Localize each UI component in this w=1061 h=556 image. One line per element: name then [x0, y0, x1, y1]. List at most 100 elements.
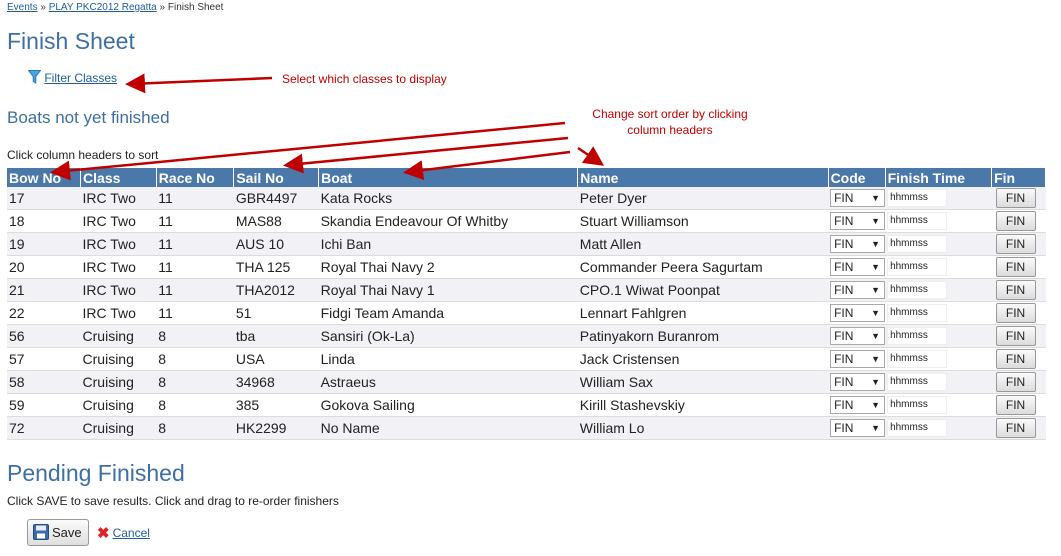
fin-button[interactable]: FIN — [995, 211, 1036, 231]
fin-button[interactable]: FIN — [995, 234, 1036, 254]
finish-time-cell: hhmmss — [885, 370, 992, 394]
fin-button[interactable]: FIN — [995, 303, 1036, 323]
column-header-finish-time[interactable]: Finish Time — [885, 168, 993, 187]
code-select[interactable]: FIN ▼ — [830, 235, 886, 254]
code-select[interactable]: FIN ▼ — [830, 373, 886, 392]
class-cell: Cruising — [80, 370, 157, 394]
name-cell: Patinyakorn Buranrom — [577, 324, 829, 348]
code-select[interactable]: FIN ▼ — [830, 189, 886, 208]
fin-button[interactable]: FIN — [995, 188, 1036, 208]
code-cell: FIN ▼ — [828, 232, 886, 256]
cancel-link-wrapper[interactable]: ✖ Cancel — [97, 524, 150, 542]
name-cell: William Sax — [577, 370, 829, 394]
sail-no-cell: 51 — [233, 301, 319, 325]
finish-time-cell: hhmmss — [885, 416, 992, 440]
finish-time-input[interactable]: hhmmss — [887, 304, 948, 323]
boat-cell: No Name — [318, 416, 578, 440]
fin-button[interactable]: FIN — [995, 372, 1036, 392]
finish-time-input[interactable]: hhmmss — [887, 281, 948, 300]
code-select[interactable]: FIN ▼ — [830, 304, 886, 323]
finish-time-input[interactable]: hhmmss — [887, 373, 948, 392]
finish-time-input[interactable]: hhmmss — [887, 419, 948, 438]
column-header-name[interactable]: Name — [577, 168, 829, 187]
fin-button[interactable]: FIN — [995, 418, 1036, 438]
fin-button[interactable]: FIN — [995, 280, 1036, 300]
class-cell: IRC Two — [80, 232, 157, 256]
boat-cell: Kata Rocks — [318, 187, 578, 210]
dropdown-caret-icon: ▼ — [871, 377, 881, 388]
dropdown-caret-icon: ▼ — [871, 354, 881, 365]
column-header-race-no[interactable]: Race No — [156, 168, 235, 187]
filter-classes-link[interactable]: Filter Classes — [44, 71, 117, 85]
code-select[interactable]: FIN ▼ — [830, 396, 886, 415]
code-select[interactable]: FIN ▼ — [830, 281, 886, 300]
class-cell: Cruising — [80, 347, 157, 371]
boat-cell: Royal Thai Navy 1 — [318, 278, 578, 302]
name-cell: Peter Dyer — [577, 187, 829, 210]
fin-button[interactable]: FIN — [995, 349, 1036, 369]
finish-time-cell: hhmmss — [885, 393, 992, 417]
code-cell: FIN ▼ — [828, 393, 886, 417]
boat-cell: Ichi Ban — [318, 232, 578, 256]
table-row: 56 Cruising 8 tba Sansiri (Ok-La) Patinyakorn… — [7, 324, 1046, 348]
fin-button[interactable]: FIN — [995, 395, 1036, 415]
code-select[interactable]: FIN ▼ — [830, 419, 886, 438]
boat-cell: Royal Thai Navy 2 — [318, 255, 578, 279]
finish-time-input[interactable]: hhmmss — [887, 235, 948, 254]
class-cell: IRC Two — [80, 209, 157, 233]
code-select[interactable]: FIN ▼ — [830, 258, 886, 277]
bow-no-cell: 20 — [7, 255, 81, 279]
race-no-cell: 11 — [156, 301, 234, 325]
race-no-cell: 11 — [156, 255, 234, 279]
column-header-fin[interactable]: Fin — [991, 168, 1046, 187]
dropdown-caret-icon: ▼ — [871, 308, 881, 319]
code-select[interactable]: FIN ▼ — [830, 350, 886, 369]
class-cell: IRC Two — [80, 278, 157, 302]
annotation-filter: Select which classes to display — [282, 72, 447, 86]
finish-time-input[interactable]: hhmmss — [887, 327, 948, 346]
fin-cell: FIN — [991, 209, 1046, 233]
code-select[interactable]: FIN ▼ — [830, 212, 886, 231]
column-header-bow-no[interactable]: Bow No — [7, 168, 82, 187]
name-cell: Matt Allen — [577, 232, 829, 256]
finish-time-input[interactable]: hhmmss — [887, 350, 948, 369]
dropdown-caret-icon: ▼ — [871, 239, 881, 250]
finish-time-cell: hhmmss — [885, 301, 992, 325]
table-body: 17 IRC Two 11 GBR4497 Kata Rocks Peter Dyer FI… — [7, 187, 1046, 440]
breadcrumb-events-link[interactable]: Events — [7, 2, 38, 13]
finish-time-input[interactable]: hhmmss — [887, 212, 948, 231]
finish-time-cell: hhmmss — [885, 187, 992, 210]
fin-button[interactable]: FIN — [995, 326, 1036, 346]
filter-classes[interactable]: Filter Classes — [27, 70, 117, 85]
sail-no-cell: THA 125 — [233, 255, 319, 279]
fin-button[interactable]: FIN — [995, 257, 1036, 277]
table-row: 57 Cruising 8 USA Linda Jack Cristensen FIN ▼ hh… — [7, 347, 1046, 371]
race-no-cell: 11 — [156, 278, 234, 302]
sail-no-cell: GBR4497 — [233, 187, 319, 210]
breadcrumb-current: Finish Sheet — [167, 2, 224, 13]
column-header-class[interactable]: Class — [80, 168, 157, 187]
code-cell: FIN ▼ — [828, 324, 886, 348]
column-header-sail-no[interactable]: Sail No — [233, 168, 320, 187]
race-no-cell: 8 — [156, 393, 234, 417]
page-title: Finish Sheet — [7, 28, 135, 54]
name-cell: Stuart Williamson — [577, 209, 829, 233]
breadcrumb-regatta-link[interactable]: PLAY PKC2012 Regatta — [49, 2, 157, 13]
cancel-link[interactable]: Cancel — [113, 526, 150, 540]
save-button[interactable]: Save — [27, 519, 89, 546]
annotation-sort-line: Change sort order by clicking — [592, 107, 748, 121]
race-no-cell: 8 — [156, 416, 234, 440]
column-header-boat[interactable]: Boat — [318, 168, 579, 187]
fin-cell: FIN — [991, 187, 1046, 210]
name-cell: Commander Peera Sagurtam — [577, 255, 829, 279]
column-header-code[interactable]: Code — [828, 168, 886, 187]
bow-no-cell: 57 — [7, 347, 81, 371]
code-select[interactable]: FIN ▼ — [830, 327, 886, 346]
floppy-disk-icon — [33, 524, 49, 540]
finish-time-input[interactable]: hhmmss — [887, 189, 948, 208]
finish-time-input[interactable]: hhmmss — [887, 396, 948, 415]
finish-time-input[interactable]: hhmmss — [887, 258, 948, 277]
fin-cell: FIN — [991, 255, 1046, 279]
table-row: 72 Cruising 8 HK2299 No Name William Lo FIN ▼ hh… — [7, 416, 1046, 440]
code-select-value: FIN — [834, 191, 854, 206]
